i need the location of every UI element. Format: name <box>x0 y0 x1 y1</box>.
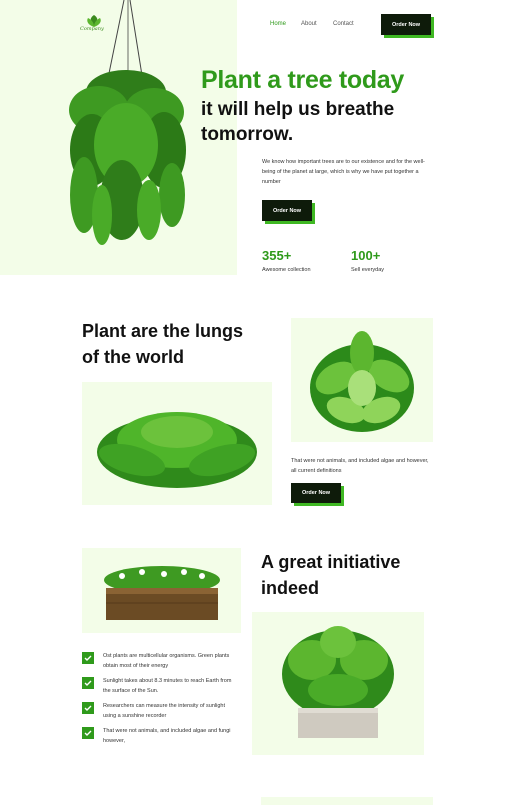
potted-plant-image <box>252 612 424 755</box>
initiative-item-text: That were not animals, and included alga… <box>103 728 231 744</box>
stat-label-collection: Awesome collection <box>262 267 311 273</box>
initiative-item-text: Researchers can measure the intensity of… <box>103 703 225 719</box>
initiative-list-item: Sunlight takes about 8.3 minutes to reac… <box>82 676 233 696</box>
hero-order-now-button[interactable]: Order Now <box>262 200 312 221</box>
dieffenbachia-image <box>291 318 433 442</box>
planter-box-image <box>82 548 241 633</box>
hero-description: We know how important trees are to our e… <box>262 159 425 185</box>
hanging-plant-image <box>44 0 204 250</box>
hero-title: it will help us breathe tomorrow. <box>201 99 395 145</box>
nav-home[interactable]: Home <box>270 21 286 27</box>
initiative-list-item: Researchers can measure the intensity of… <box>82 701 233 721</box>
check-icon <box>82 702 94 714</box>
stat-value-collection: 355+ <box>262 248 292 263</box>
nav-contact[interactable]: Contact <box>333 21 354 27</box>
lungs-order-now-button[interactable]: Order Now <box>291 483 341 503</box>
initiative-item-text: Ost plants are multicellular organisms. … <box>103 653 230 669</box>
initiative-list-item: Ost plants are multicellular organisms. … <box>82 651 233 671</box>
next-section-image <box>261 797 433 805</box>
stat-value-sell: 100+ <box>351 248 381 263</box>
nav-order-now-button[interactable]: Order Now <box>381 14 431 35</box>
lungs-title: Plant are the lungs of the world <box>82 321 244 367</box>
check-icon <box>82 727 94 739</box>
fern-image <box>82 382 272 505</box>
check-icon <box>82 677 94 689</box>
check-icon <box>82 652 94 664</box>
stat-label-sell: Sell everyday <box>351 267 385 273</box>
nav-about[interactable]: About <box>301 21 317 27</box>
initiative-list-item: That were not animals, and included alga… <box>82 726 233 746</box>
lungs-description: That were not animals, and included alga… <box>291 458 429 474</box>
hero-title-highlight: Plant a tree today <box>201 66 404 94</box>
initiative-item-text: Sunlight takes about 8.3 minutes to reac… <box>103 678 232 694</box>
initiative-title: A great initiative indeed <box>261 552 401 598</box>
